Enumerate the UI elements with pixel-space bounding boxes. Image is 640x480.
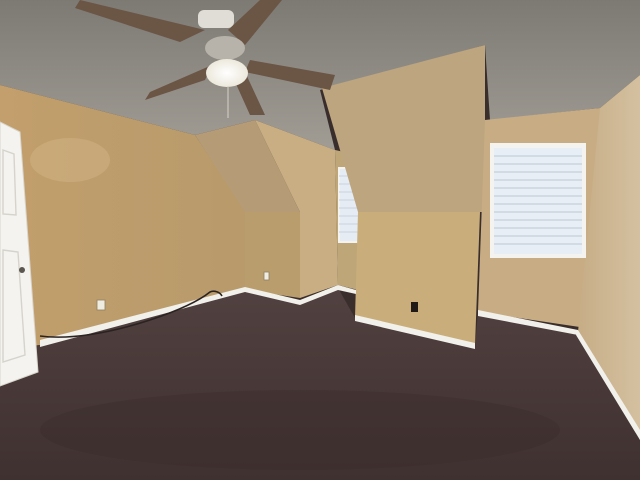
door-knob-icon [19,267,25,273]
fan-light [206,59,248,87]
wall-outlet [263,271,270,281]
room-scene [0,0,640,480]
right-window [490,143,586,258]
wall-outlet [411,302,418,312]
room-illustration [0,0,640,480]
knee-wall-left [245,212,300,298]
wall-outlet [96,299,106,311]
